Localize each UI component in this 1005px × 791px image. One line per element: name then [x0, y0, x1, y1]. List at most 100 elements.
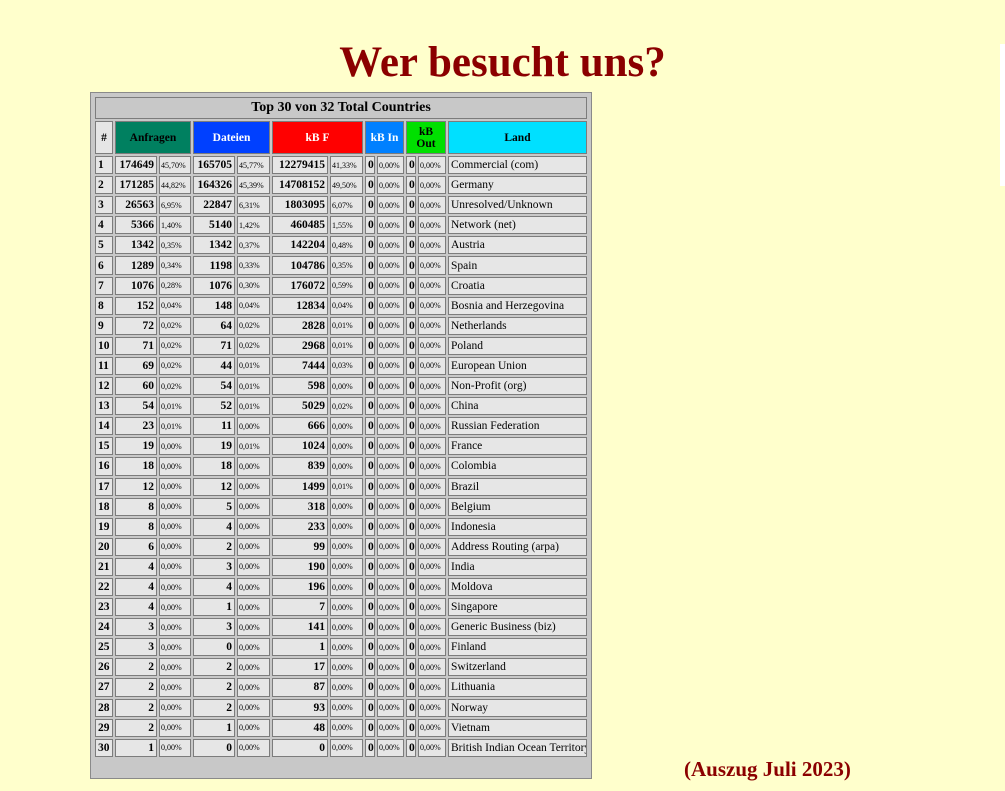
table-row: 24 3 0,00% 3 0,00% 141 0,00% 0 0,00% 0 0,00% Generi…: [95, 618, 587, 637]
kb-f-cell: 666: [272, 417, 328, 436]
files-cell: 1: [193, 598, 235, 617]
table-row: 21 4 0,00% 3 0,00% 190 0,00% 0 0,00% 0 0,00% India: [95, 557, 587, 576]
kb-in-cell: 0: [365, 618, 375, 637]
kb-out-pct-cell: 0,00%: [418, 437, 446, 456]
files-cell: 2: [193, 537, 235, 556]
files-pct-cell: 0,00%: [237, 618, 270, 637]
files-pct-cell: 0,00%: [237, 658, 270, 677]
requests-cell: 2: [115, 658, 157, 677]
kb-in-pct-cell: 0,00%: [377, 557, 404, 576]
kb-out-pct-cell: 0,00%: [418, 718, 446, 737]
kb-out-cell: 0: [406, 256, 416, 275]
requests-cell: 1076: [115, 276, 157, 295]
files-pct-cell: 6,31%: [237, 196, 270, 215]
rank-cell: 7: [95, 276, 113, 295]
kb-in-cell: 0: [365, 377, 375, 396]
files-cell: 3: [193, 557, 235, 576]
files-pct-cell: 0,00%: [237, 678, 270, 697]
files-cell: 64: [193, 316, 235, 335]
requests-pct-cell: 1,40%: [159, 216, 191, 235]
requests-cell: 152: [115, 296, 157, 315]
country-cell: Netherlands: [448, 316, 587, 335]
country-cell: Bosnia and Herzegovina: [448, 296, 587, 315]
files-pct-cell: 0,00%: [237, 638, 270, 657]
requests-cell: 2: [115, 718, 157, 737]
kb-f-pct-cell: 0,04%: [330, 296, 363, 315]
kb-out-pct-cell: 0,00%: [418, 356, 446, 376]
kb-in-pct-cell: 0,00%: [377, 457, 404, 476]
country-cell: Unresolved/Unknown: [448, 196, 587, 215]
files-cell: 4: [193, 577, 235, 597]
country-cell: Germany: [448, 176, 587, 195]
requests-cell: 60: [115, 377, 157, 396]
files-pct-cell: 0,00%: [237, 698, 270, 717]
files-cell: 2: [193, 678, 235, 697]
kb-out-pct-cell: 0,00%: [418, 397, 446, 416]
requests-cell: 4: [115, 577, 157, 597]
rank-cell: 12: [95, 377, 113, 396]
requests-pct-cell: 0,00%: [159, 598, 191, 617]
header-files: Dateien: [193, 121, 270, 154]
kb-in-cell: 0: [365, 236, 375, 255]
kb-in-cell: 0: [365, 698, 375, 717]
kb-f-cell: 318: [272, 497, 328, 516]
requests-cell: 1289: [115, 256, 157, 275]
kb-out-pct-cell: 0,00%: [418, 196, 446, 215]
kb-f-cell: 12279415: [272, 156, 328, 175]
kb-out-pct-cell: 0,00%: [418, 457, 446, 476]
kb-in-cell: 0: [365, 437, 375, 456]
files-pct-cell: 0,00%: [237, 477, 270, 496]
kb-out-pct-cell: 0,00%: [418, 276, 446, 295]
country-cell: Vietnam: [448, 718, 587, 737]
kb-in-pct-cell: 0,00%: [377, 537, 404, 556]
kb-in-pct-cell: 0,00%: [377, 216, 404, 235]
rank-cell: 27: [95, 678, 113, 697]
files-pct-cell: 0,00%: [237, 738, 270, 757]
kb-f-pct-cell: 0,48%: [330, 236, 363, 255]
kb-out-pct-cell: 0,00%: [418, 316, 446, 335]
kb-f-pct-cell: 0,01%: [330, 477, 363, 496]
kb-f-cell: 87: [272, 678, 328, 697]
country-cell: Colombia: [448, 457, 587, 476]
rank-cell: 28: [95, 698, 113, 717]
kb-in-pct-cell: 0,00%: [377, 577, 404, 597]
table-row: 14 23 0,01% 11 0,00% 666 0,00% 0 0,00% 0 0,00% Russ…: [95, 417, 587, 436]
kb-out-cell: 0: [406, 437, 416, 456]
page-title: Wer besucht uns?: [339, 39, 666, 86]
country-cell: Belgium: [448, 497, 587, 516]
files-cell: 4: [193, 517, 235, 536]
kb-in-cell: 0: [365, 356, 375, 376]
country-cell: European Union: [448, 356, 587, 376]
kb-out-pct-cell: 0,00%: [418, 417, 446, 436]
rank-cell: 30: [95, 738, 113, 757]
kb-f-cell: 0: [272, 738, 328, 757]
kb-out-pct-cell: 0,00%: [418, 738, 446, 757]
requests-cell: 54: [115, 397, 157, 416]
rank-cell: 11: [95, 356, 113, 376]
country-stats-panel: Top 30 von 32 Total Countries # Anfragen…: [90, 92, 592, 779]
rank-cell: 19: [95, 517, 113, 536]
kb-f-cell: 2828: [272, 316, 328, 335]
country-cell: Brazil: [448, 477, 587, 496]
files-pct-cell: 0,00%: [237, 577, 270, 597]
kb-f-pct-cell: 0,00%: [330, 517, 363, 536]
table-row: 17 12 0,00% 12 0,00% 1499 0,01% 0 0,00% 0 0,00% Bra…: [95, 477, 587, 496]
kb-f-pct-cell: 0,00%: [330, 698, 363, 717]
kb-out-pct-cell: 0,00%: [418, 377, 446, 396]
kb-out-cell: 0: [406, 497, 416, 516]
kb-f-cell: 7: [272, 598, 328, 617]
files-pct-cell: 0,00%: [237, 417, 270, 436]
kb-out-pct-cell: 0,00%: [418, 698, 446, 717]
table-row: 25 3 0,00% 0 0,00% 1 0,00% 0 0,00% 0 0,00% Finland: [95, 638, 587, 657]
requests-pct-cell: 0,00%: [159, 497, 191, 516]
kb-in-pct-cell: 0,00%: [377, 437, 404, 456]
page-edge-bar: [1000, 44, 1005, 186]
requests-cell: 1342: [115, 236, 157, 255]
files-cell: 1076: [193, 276, 235, 295]
table-row: 1 174649 45,70% 165705 45,77% 12279415 41,33% 0…: [95, 156, 587, 175]
table-row: 6 1289 0,34% 1198 0,33% 104786 0,35% 0 0,00% 0 0,0…: [95, 256, 587, 275]
kb-f-pct-cell: 0,00%: [330, 638, 363, 657]
kb-f-pct-cell: 0,00%: [330, 598, 363, 617]
kb-in-cell: 0: [365, 577, 375, 597]
header-kb-in: kB In: [365, 121, 404, 154]
